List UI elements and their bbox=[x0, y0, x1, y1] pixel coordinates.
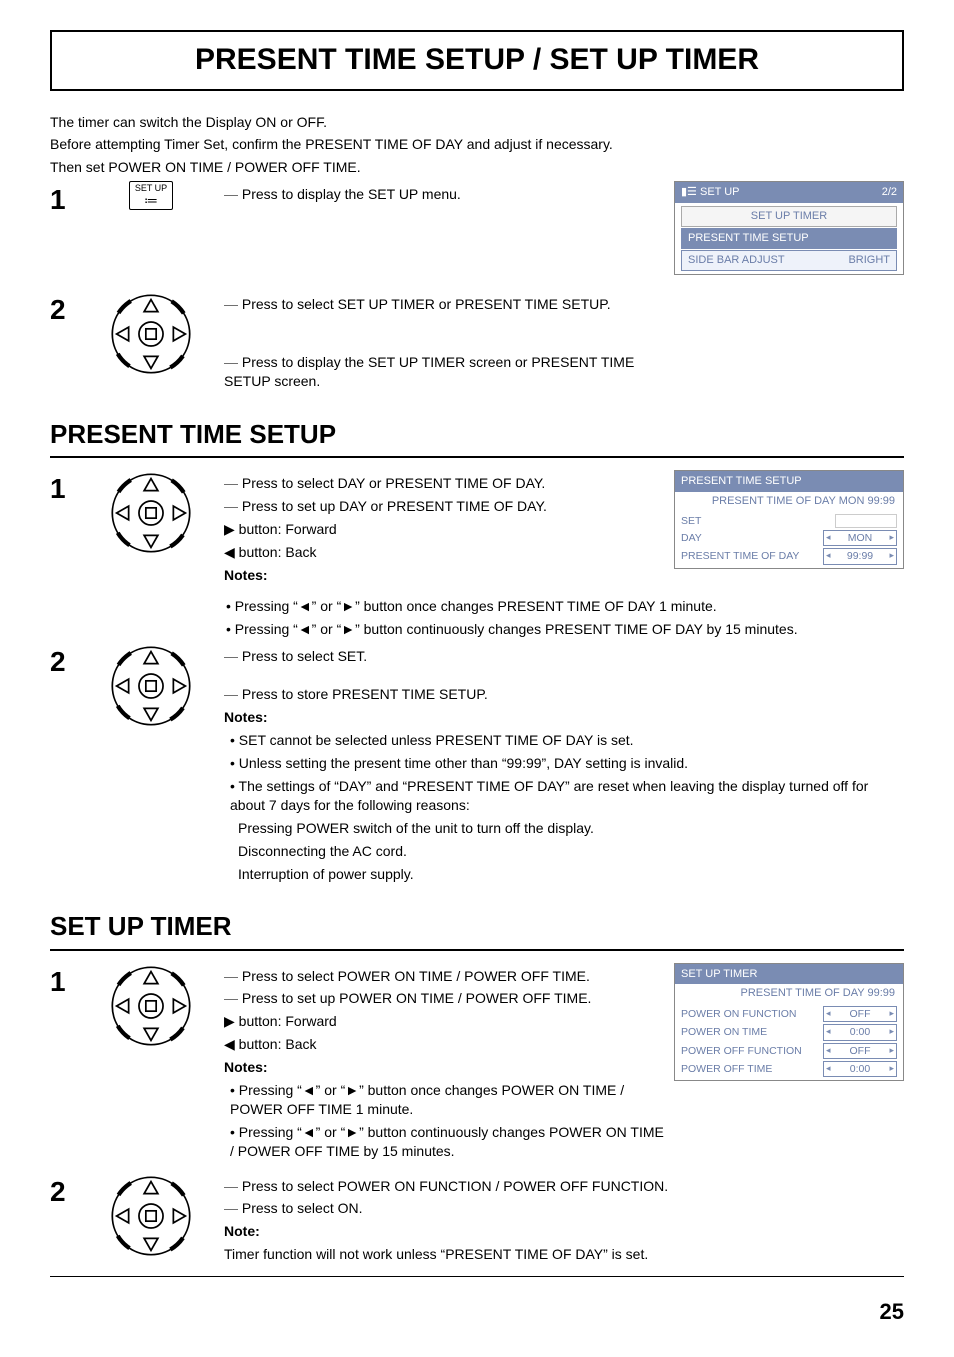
step-number: 2 bbox=[50, 291, 86, 396]
dpad-icon bbox=[108, 1173, 194, 1259]
page-number: 25 bbox=[50, 1297, 904, 1327]
dpad-icon bbox=[108, 470, 194, 556]
step-number: 2 bbox=[50, 643, 86, 888]
osd-timer-screen: SET UP TIMER PRESENT TIME OF DAY 99:99 P… bbox=[674, 963, 904, 1081]
section-heading-timer: SET UP TIMER bbox=[50, 905, 904, 950]
step-number: 2 bbox=[50, 1173, 86, 1269]
dpad-icon bbox=[108, 643, 194, 729]
intro-text-2: Before attempting Timer Set, confirm the… bbox=[50, 135, 904, 154]
setup-button-icon: SET UP ≔ bbox=[129, 181, 173, 210]
step-number: 1 bbox=[50, 963, 86, 1165]
page-title: PRESENT TIME SETUP / SET UP TIMER bbox=[50, 30, 904, 91]
step-number: 1 bbox=[50, 470, 86, 588]
step2-text2: — Press to display the SET UP TIMER scre… bbox=[224, 353, 664, 391]
section-heading-present: PRESENT TIME SETUP bbox=[50, 413, 904, 458]
osd-setup-screen: ▮☰ SET UP2/2 SET UP TIMER PRESENT TIME S… bbox=[674, 181, 904, 274]
osd-present-screen: PRESENT TIME SETUP PRESENT TIME OF DAY M… bbox=[674, 470, 904, 568]
step-number: 1 bbox=[50, 181, 86, 282]
intro-text-1: The timer can switch the Display ON or O… bbox=[50, 113, 904, 132]
step1-text: — Press to display the SET UP menu. bbox=[224, 185, 664, 204]
step2-text1: — Press to select SET UP TIMER or PRESEN… bbox=[224, 295, 664, 314]
dpad-icon bbox=[108, 291, 194, 377]
intro-text-3: Then set POWER ON TIME / POWER OFF TIME. bbox=[50, 158, 904, 177]
dpad-icon bbox=[108, 963, 194, 1049]
